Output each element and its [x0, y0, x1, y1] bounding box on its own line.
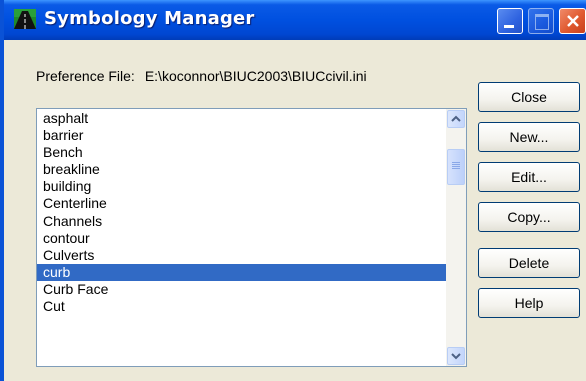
list-item[interactable]: Cut — [37, 298, 446, 315]
list-item[interactable]: Bench — [37, 144, 446, 161]
edit-button[interactable]: Edit... — [478, 162, 580, 192]
close-window-button[interactable] — [559, 8, 586, 34]
close-icon — [567, 15, 579, 27]
list-item[interactable]: building — [37, 178, 446, 195]
chevron-up-icon — [451, 115, 461, 122]
copy-button[interactable]: Copy... — [478, 202, 580, 232]
list-item[interactable]: Curb Face — [37, 281, 446, 298]
list-item[interactable]: Centerline — [37, 195, 446, 212]
list-item[interactable]: Channels — [37, 213, 446, 230]
list-item[interactable]: asphalt — [37, 110, 446, 127]
delete-button[interactable]: Delete — [478, 248, 580, 278]
road-app-icon — [14, 9, 36, 29]
preference-file-path: E:\koconnor\BIUC2003\BIUCcivil.ini — [144, 68, 367, 84]
list-item[interactable]: contour — [37, 230, 446, 247]
symbology-list-items: asphalt barrier Bench breakline building Cent… — [37, 110, 446, 315]
new-button[interactable]: New... — [478, 122, 580, 152]
preference-file-label: Preference File: — [36, 68, 135, 84]
scroll-down-button[interactable] — [447, 347, 465, 365]
scroll-up-button[interactable] — [447, 110, 465, 128]
list-item[interactable]: Culverts — [37, 247, 446, 264]
window-title: Symbology Manager — [44, 8, 255, 29]
symbology-manager-window: Symbology Manager Preference File: E:\koc… — [0, 0, 586, 381]
list-item[interactable]: barrier — [37, 127, 446, 144]
close-button[interactable]: Close — [478, 82, 580, 112]
symbology-list[interactable]: asphalt barrier Bench breakline building Cent… — [36, 108, 467, 367]
title-bar[interactable]: Symbology Manager — [4, 0, 586, 40]
minimize-button[interactable] — [497, 8, 523, 34]
chevron-down-icon — [451, 353, 461, 360]
preference-file-row: Preference File: E:\koconnor\BIUC2003\BIU… — [36, 68, 367, 84]
help-button[interactable]: Help — [478, 288, 580, 318]
vertical-scrollbar[interactable] — [446, 109, 466, 366]
list-item[interactable]: curb — [37, 263, 446, 281]
scroll-thumb[interactable] — [447, 149, 465, 185]
list-item[interactable]: breakline — [37, 161, 446, 178]
maximize-button[interactable] — [528, 8, 554, 34]
